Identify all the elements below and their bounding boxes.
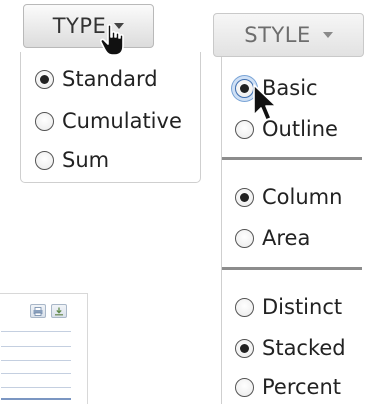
radio-button[interactable] xyxy=(35,150,54,170)
option-label: Standard xyxy=(62,67,158,91)
download-button[interactable] xyxy=(51,304,67,318)
grid-line xyxy=(1,398,71,400)
style-option-distinct[interactable]: Distinct xyxy=(235,295,342,319)
style-option-column[interactable]: Column xyxy=(235,185,342,209)
radio-button[interactable] xyxy=(35,69,54,89)
download-icon xyxy=(55,307,63,315)
radio-button[interactable] xyxy=(235,78,254,98)
menu-divider xyxy=(222,157,362,160)
option-label: Cumulative xyxy=(62,109,182,133)
grid-line xyxy=(1,360,71,361)
style-option-outline[interactable]: Outline xyxy=(235,117,338,141)
screenshot-stage: TYPE Standard Cumulative Sum STYLE Basic… xyxy=(0,0,367,404)
radio-button[interactable] xyxy=(235,338,254,358)
style-option-percent[interactable]: Percent xyxy=(235,375,341,399)
radio-button[interactable] xyxy=(235,119,254,139)
menu-divider xyxy=(222,267,362,270)
type-dropdown-label: TYPE xyxy=(52,14,107,38)
radio-button[interactable] xyxy=(235,187,254,207)
style-option-stacked[interactable]: Stacked xyxy=(235,336,346,360)
grid-line xyxy=(1,346,71,347)
option-label: Outline xyxy=(262,117,338,141)
option-label: Area xyxy=(262,226,311,250)
radio-button[interactable] xyxy=(235,228,254,248)
type-option-sum[interactable]: Sum xyxy=(35,148,109,172)
style-dropdown-button[interactable]: STYLE xyxy=(213,13,364,57)
option-label: Sum xyxy=(62,148,110,172)
print-button[interactable] xyxy=(30,304,46,318)
grid-line xyxy=(1,387,71,388)
grid-line xyxy=(1,331,71,332)
type-dropdown-button[interactable]: TYPE xyxy=(23,4,154,48)
radio-button[interactable] xyxy=(35,111,54,131)
option-label: Percent xyxy=(262,375,342,399)
chevron-down-icon xyxy=(114,23,125,29)
print-icon xyxy=(33,306,43,316)
radio-button[interactable] xyxy=(235,297,254,317)
chevron-down-icon xyxy=(322,32,333,38)
style-dropdown-menu: Basic Outline Column Area Distinct Stack… xyxy=(221,57,367,404)
option-label: Column xyxy=(262,185,343,209)
style-dropdown-label: STYLE xyxy=(244,23,311,47)
option-label: Basic xyxy=(262,76,318,100)
chart-panel xyxy=(0,293,88,404)
grid-line xyxy=(1,373,71,374)
option-label: Distinct xyxy=(262,295,343,319)
type-option-standard[interactable]: Standard xyxy=(35,67,158,91)
style-option-basic[interactable]: Basic xyxy=(235,76,318,100)
option-label: Stacked xyxy=(262,336,346,360)
radio-button[interactable] xyxy=(235,377,254,397)
type-dropdown-menu: Standard Cumulative Sum xyxy=(20,52,201,183)
style-option-area[interactable]: Area xyxy=(235,226,310,250)
type-option-cumulative[interactable]: Cumulative xyxy=(35,109,182,133)
